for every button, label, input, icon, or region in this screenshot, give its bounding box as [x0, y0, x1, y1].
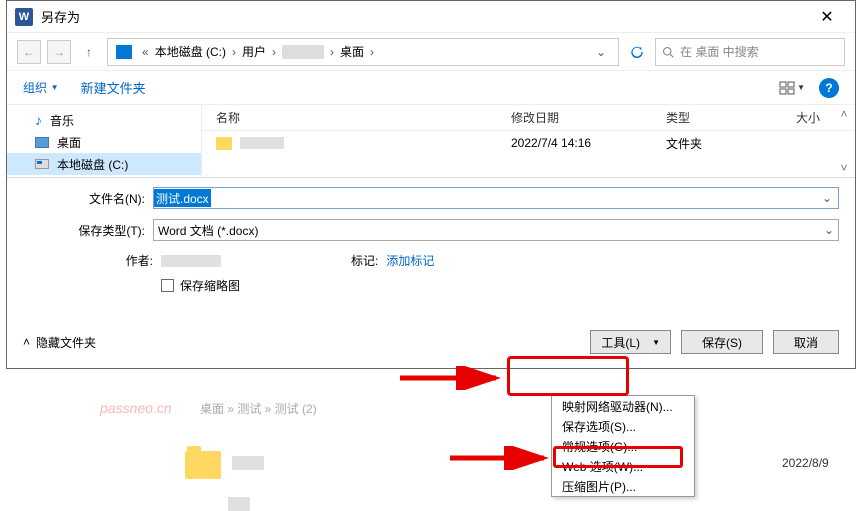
sidebar-item-desktop[interactable]: 桌面 — [7, 131, 201, 153]
file-list: ˄ 名称 修改日期 类型 大小 2022/7/4 14:16 文件夹 ˅ — [202, 105, 855, 177]
background-date: 2022/8/9 — [782, 456, 829, 470]
author-label: 作者: — [23, 252, 153, 269]
sidebar-item-music[interactable]: ♪ 音乐 — [7, 109, 201, 131]
add-tag-link[interactable]: 添加标记 — [386, 252, 434, 269]
new-folder-button[interactable]: 新建文件夹 — [81, 78, 146, 97]
scroll-up[interactable]: ˄ — [837, 107, 851, 121]
search-input[interactable]: 在 桌面 中搜索 — [655, 38, 845, 66]
file-date: 2022/7/4 14:16 — [497, 136, 652, 150]
tools-button[interactable]: 工具(L) ▼ — [590, 330, 671, 354]
breadcrumb-seg[interactable]: 桌面 — [340, 43, 364, 60]
annotation-arrow — [448, 446, 556, 470]
filetype-select[interactable]: Word 文档 (*.docx) ⌄ — [153, 219, 839, 241]
filetype-label: 保存类型(T): — [23, 222, 153, 239]
bottom-bar: ˄ 隐藏文件夹 工具(L) ▼ 保存(S) 取消 — [7, 320, 855, 368]
tags-label: 标记: — [351, 252, 378, 269]
annotation-arrow — [398, 366, 508, 390]
filename-redacted — [240, 137, 284, 149]
breadcrumb-dropdown[interactable]: ⌄ — [588, 45, 614, 59]
desktop-icon — [35, 137, 49, 148]
breadcrumb-seg-redacted — [282, 45, 324, 59]
background-item-redacted — [228, 497, 250, 511]
author-value-redacted — [161, 255, 221, 267]
col-type[interactable]: 类型 — [652, 109, 782, 126]
chevron-icon: › — [266, 45, 282, 59]
filename-label: 文件名(N): — [23, 190, 153, 207]
drive-icon — [116, 45, 132, 59]
cancel-button[interactable]: 取消 — [773, 330, 839, 354]
chevron-down-icon[interactable]: ⌄ — [816, 191, 838, 205]
folder-icon — [216, 137, 232, 150]
column-headers: 名称 修改日期 类型 大小 — [202, 105, 855, 131]
breadcrumb-seg[interactable]: 用户 — [242, 43, 266, 60]
menu-save-options[interactable]: 保存选项(S)... — [552, 416, 694, 436]
hide-folders-toggle[interactable]: ˄ 隐藏文件夹 — [23, 334, 96, 351]
content-area: ♪ 音乐 桌面 本地磁盘 (C:) ˄ 名称 修改日期 类型 大小 — [7, 105, 855, 177]
search-placeholder: 在 桌面 中搜索 — [680, 43, 759, 60]
watermark: passneo.cn — [100, 400, 172, 416]
chevron-down-icon: ▼ — [51, 83, 59, 92]
form-area: 文件名(N): 测试.docx ⌄ 保存类型(T): Word 文档 (*.do… — [7, 177, 855, 320]
chevron-icon: › — [226, 45, 242, 59]
back-button[interactable]: ← — [17, 40, 41, 64]
organize-button[interactable]: 组织 ▼ — [23, 78, 59, 97]
sidebar: ♪ 音乐 桌面 本地磁盘 (C:) — [7, 105, 202, 177]
tools-dropdown-menu: 映射网络驱动器(N)... 保存选项(S)... 常规选项(G)... Web … — [551, 395, 695, 497]
chevron-down-icon: ▼ — [652, 338, 660, 347]
background-path: 桌面 » 测试 » 测试 (2) — [200, 400, 317, 417]
toolbar: 组织 ▼ 新建文件夹 ▼ ? — [7, 71, 855, 105]
up-button[interactable]: ↑ — [77, 40, 101, 64]
menu-compress-pics[interactable]: 压缩图片(P)... — [552, 476, 694, 496]
filename-input[interactable]: 测试.docx ⌄ — [153, 187, 839, 209]
file-type: 文件夹 — [652, 135, 782, 152]
background-folder-icon — [185, 451, 221, 479]
help-button[interactable]: ? — [819, 78, 839, 98]
breadcrumb-seg[interactable]: 本地磁盘 (C:) — [155, 43, 226, 60]
sidebar-item-disk[interactable]: 本地磁盘 (C:) — [7, 153, 201, 175]
save-button[interactable]: 保存(S) — [681, 330, 763, 354]
menu-map-drive[interactable]: 映射网络驱动器(N)... — [552, 396, 694, 416]
chevron-down-icon: ▼ — [797, 83, 805, 92]
thumbnail-label: 保存缩略图 — [180, 277, 240, 294]
thumbnail-checkbox[interactable] — [161, 279, 174, 292]
dialog-title: 另存为 — [41, 7, 807, 26]
sidebar-label: 桌面 — [57, 134, 81, 151]
navbar: ← → ↑ « 本地磁盘 (C:) › 用户 › › 桌面 › ⌄ 在 桌面 中… — [7, 33, 855, 71]
menu-web-options[interactable]: Web 选项(W)... — [552, 456, 694, 476]
chevron-icon: « — [136, 45, 155, 59]
chevron-down-icon: ⌄ — [824, 223, 834, 237]
close-button[interactable]: ✕ — [807, 7, 847, 27]
menu-general-options[interactable]: 常规选项(G)... — [552, 436, 694, 456]
breadcrumb[interactable]: « 本地磁盘 (C:) › 用户 › › 桌面 › ⌄ — [107, 38, 619, 66]
view-button[interactable]: ▼ — [775, 79, 809, 97]
disk-icon — [35, 159, 49, 169]
sidebar-label: 音乐 — [50, 112, 74, 129]
scroll-down[interactable]: ˅ — [837, 161, 851, 175]
sidebar-label: 本地磁盘 (C:) — [57, 156, 128, 173]
refresh-button[interactable] — [625, 40, 649, 64]
col-name[interactable]: 名称 — [202, 109, 497, 126]
forward-button[interactable]: → — [47, 40, 71, 64]
chevron-icon: › — [364, 45, 380, 59]
file-row[interactable]: 2022/7/4 14:16 文件夹 — [202, 131, 855, 155]
chevron-up-icon: ˄ — [23, 335, 30, 349]
word-icon: W — [15, 8, 33, 26]
music-icon: ♪ — [35, 112, 42, 128]
background-filename-redacted — [232, 456, 264, 470]
titlebar: W 另存为 ✕ — [7, 1, 855, 33]
chevron-icon: › — [324, 45, 340, 59]
col-date[interactable]: 修改日期 — [497, 109, 652, 126]
save-as-dialog: W 另存为 ✕ ← → ↑ « 本地磁盘 (C:) › 用户 › › 桌面 › … — [6, 0, 856, 369]
